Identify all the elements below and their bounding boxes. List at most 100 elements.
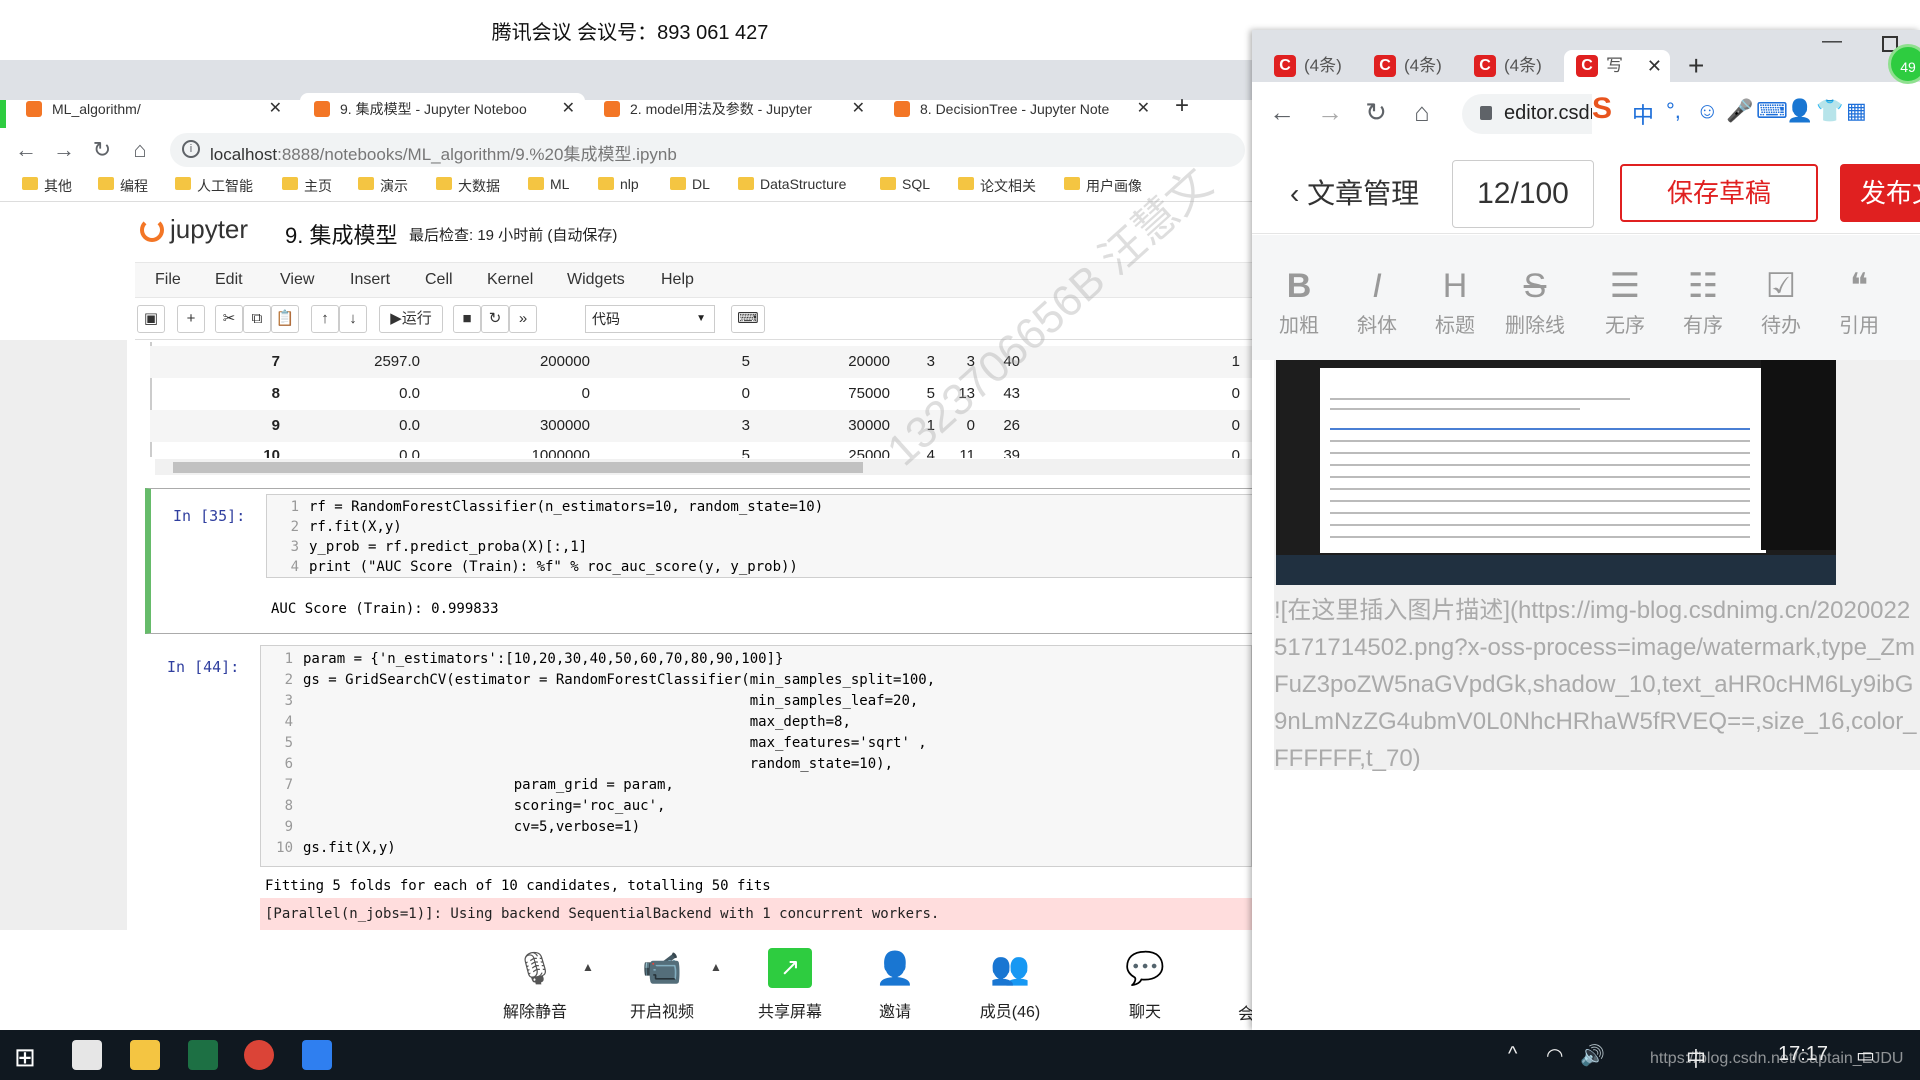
bookmark-item[interactable]: 人工智能 xyxy=(175,176,253,196)
ordered-list-button[interactable]: ☷ 有序 xyxy=(1668,265,1738,338)
menu-insert[interactable]: Insert xyxy=(350,271,390,289)
cell-type-select[interactable]: 代码 xyxy=(585,305,715,333)
file-explorer-icon[interactable] xyxy=(130,1040,160,1070)
share-screen-button[interactable]: ↗ 共享屏幕 xyxy=(745,948,835,1022)
markdown-image-text[interactable]: ![在这里插入图片描述](https://img-blog.csdnimg.cn… xyxy=(1274,592,1920,777)
new-tab-button[interactable]: + xyxy=(1175,92,1189,120)
menu-edit[interactable]: Edit xyxy=(215,271,243,289)
new-tab-button[interactable]: + xyxy=(1688,50,1704,82)
bookmark-item[interactable]: DataStructure xyxy=(738,176,846,192)
chevron-up-icon[interactable]: ^ xyxy=(1508,1043,1517,1066)
code-cell-44[interactable]: In [44]: 1 param = {'n_estimators':[10,20… xyxy=(145,640,1252,930)
menu-kernel[interactable]: Kernel xyxy=(487,271,533,289)
info-icon[interactable]: i xyxy=(182,140,200,158)
code-editor[interactable]: 1 rf = RandomForestClassifier(n_estimator… xyxy=(266,494,1258,578)
tab-csdn-3[interactable]: C (4条) xyxy=(1462,50,1558,82)
quote-button[interactable]: ❝ 引用 xyxy=(1824,265,1894,338)
article-manage-link[interactable]: ‹ 文章管理 xyxy=(1290,172,1419,212)
bold-button[interactable]: B 加粗 xyxy=(1264,265,1334,338)
stop-icon[interactable]: ■ xyxy=(453,305,481,333)
move-up-icon[interactable]: ↑ xyxy=(311,305,339,333)
bookmark-item[interactable]: nlp xyxy=(598,176,639,192)
close-icon[interactable]: ✕ xyxy=(1647,50,1662,82)
notebook-name[interactable]: 9. 集成模型 xyxy=(285,218,397,250)
windows-start-icon[interactable]: ⊞ xyxy=(14,1042,36,1073)
code-editor[interactable]: 1 param = {'n_estimators':[10,20,30,40,50… xyxy=(260,645,1252,867)
editor-content[interactable]: ![在这里插入图片描述](https://img-blog.csdnimg.cn… xyxy=(1274,360,1920,772)
ime-user-icon[interactable]: 👤 xyxy=(1786,98,1813,124)
strikethrough-button[interactable]: S 删除线 xyxy=(1500,265,1570,338)
volume-icon[interactable]: 🔊 xyxy=(1580,1043,1605,1068)
tencent-meeting-icon[interactable] xyxy=(302,1040,332,1070)
menu-view[interactable]: View xyxy=(280,271,314,289)
forward-icon[interactable]: → xyxy=(1316,98,1344,126)
tab-ml-algorithm[interactable]: ML_algorithm/ ✕ xyxy=(12,93,292,125)
invite-button[interactable]: 👤 邀请 xyxy=(850,948,940,1022)
sogou-logo-icon[interactable]: S xyxy=(1592,92,1612,126)
jupyter-logo[interactable]: jupyter xyxy=(140,214,248,245)
bookmark-item[interactable]: DL xyxy=(670,176,710,192)
back-icon[interactable]: ← xyxy=(12,136,40,164)
reload-icon[interactable]: ↻ xyxy=(1362,98,1390,126)
start-video-button[interactable]: 📹 开启视频 xyxy=(617,948,707,1022)
back-icon[interactable]: ← xyxy=(1268,98,1296,126)
mail-icon[interactable] xyxy=(72,1040,102,1070)
ime-emoji-icon[interactable]: ☺ xyxy=(1696,98,1718,124)
address-bar[interactable]: i localhost:8888/notebooks/ML_algorithm/… xyxy=(170,133,1245,167)
horizontal-scrollbar[interactable] xyxy=(155,459,1252,475)
bookmark-item[interactable]: 编程 xyxy=(98,176,148,196)
caret-up-icon[interactable]: ▲ xyxy=(710,960,722,974)
todo-button[interactable]: ☑ 待办 xyxy=(1746,265,1816,338)
members-button[interactable]: 👥 成员(46) xyxy=(965,948,1055,1022)
home-icon[interactable]: ⌂ xyxy=(1408,98,1436,126)
run-button[interactable]: ▶运行 xyxy=(379,305,443,333)
tab-model-usage[interactable]: 2. model用法及参数 - Jupyter ✕ xyxy=(590,93,875,125)
close-icon[interactable]: ✕ xyxy=(852,93,865,125)
cut-icon[interactable]: ✂ xyxy=(215,305,243,333)
close-icon[interactable]: ✕ xyxy=(269,93,282,125)
unmute-button[interactable]: 🎙 解除静音 xyxy=(490,948,580,1022)
paste-icon[interactable]: 📋 xyxy=(271,305,299,333)
add-cell-icon[interactable]: + xyxy=(177,305,205,333)
ime-grid-icon[interactable]: ▦ xyxy=(1846,98,1867,124)
excel-icon[interactable] xyxy=(188,1040,218,1070)
move-down-icon[interactable]: ↓ xyxy=(339,305,367,333)
menu-help[interactable]: Help xyxy=(661,271,694,289)
notifications-icon[interactable]: ▭ xyxy=(1856,1043,1875,1068)
fast-forward-icon[interactable]: » xyxy=(509,305,537,333)
title-count-input[interactable]: 12/100 xyxy=(1452,160,1594,228)
ime-skin-icon[interactable]: 👕 xyxy=(1816,98,1843,124)
code-cell-35[interactable]: In [35]: 1 rf = RandomForestClassifier(n_… xyxy=(145,488,1258,634)
tab-ensemble-notebook[interactable]: 9. 集成模型 - Jupyter Noteboo ✕ xyxy=(300,93,585,125)
ime-chinese-icon[interactable]: 中 xyxy=(1632,98,1654,130)
tab-csdn-editor[interactable]: C 写 ✕ xyxy=(1564,50,1670,82)
minimize-icon[interactable]: — xyxy=(1822,30,1842,53)
tab-csdn-1[interactable]: C (4条) xyxy=(1262,50,1358,82)
menu-cell[interactable]: Cell xyxy=(425,271,453,289)
restart-icon[interactable]: ↻ xyxy=(481,305,509,333)
tab-decision-tree[interactable]: 8. DecisionTree - Jupyter Note ✕ xyxy=(880,93,1160,125)
bookmark-item[interactable]: 演示 xyxy=(358,176,408,196)
close-icon[interactable]: ✕ xyxy=(1137,93,1150,125)
save-draft-button[interactable]: 保存草稿 xyxy=(1620,164,1818,222)
publish-button[interactable]: 发布文 xyxy=(1840,164,1920,222)
caret-up-icon[interactable]: ▲ xyxy=(582,960,594,974)
heading-button[interactable]: H 标题 xyxy=(1420,265,1490,338)
bookmark-item[interactable]: 其他 xyxy=(22,176,72,196)
chrome-icon[interactable] xyxy=(244,1040,274,1070)
reload-icon[interactable]: ↻ xyxy=(88,136,116,164)
bookmark-item[interactable]: 论文相关 xyxy=(958,176,1036,196)
unordered-list-button[interactable]: ☰ 无序 xyxy=(1590,265,1660,338)
forward-icon[interactable]: → xyxy=(50,136,78,164)
ime-keyboard-icon[interactable]: ⌨ xyxy=(1756,98,1788,124)
bookmark-item[interactable]: 大数据 xyxy=(436,176,500,196)
wifi-icon[interactable]: ◠ xyxy=(1546,1043,1563,1068)
bookmark-item[interactable]: 主页 xyxy=(282,176,332,196)
keyboard-icon[interactable]: ⌨ xyxy=(731,305,765,333)
bookmark-item[interactable]: ML xyxy=(528,176,569,192)
ime-punctuation-icon[interactable]: °, xyxy=(1666,98,1681,124)
italic-button[interactable]: I 斜体 xyxy=(1342,265,1412,338)
notification-badge[interactable]: 49 xyxy=(1888,44,1920,84)
close-icon[interactable]: ✕ xyxy=(562,93,575,125)
ime-voice-icon[interactable]: 🎤 xyxy=(1726,98,1753,124)
